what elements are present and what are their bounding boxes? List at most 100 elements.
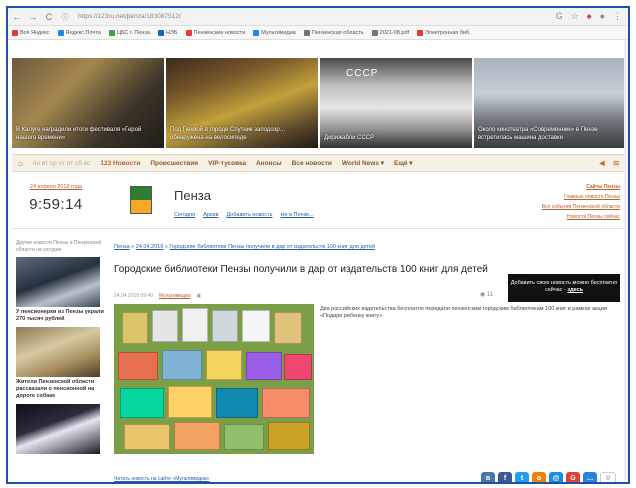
breadcrumb-item[interactable]: 24.04.2019	[136, 244, 164, 250]
book-image	[262, 388, 310, 418]
right-link[interactable]: Новости Пензы сейчас	[470, 212, 620, 222]
nav-item-world-news[interactable]: World News ▾	[342, 159, 384, 167]
divider	[12, 228, 626, 229]
bookmark-label: НЭБ	[165, 29, 178, 36]
mailru-share-icon[interactable]: @	[549, 472, 563, 482]
bookmark-label: Яндекс.Почта	[65, 29, 101, 36]
sidebar-image[interactable]	[16, 257, 100, 307]
star-icon[interactable]: ☆	[571, 11, 579, 22]
bookmark-item[interactable]: Мультимедиа	[253, 29, 296, 36]
facebook-share-icon[interactable]: f	[498, 472, 512, 482]
sidebar-image[interactable]	[16, 327, 100, 377]
add-news-promo[interactable]: Добавить свою новость можно бесплатно се…	[508, 274, 620, 302]
date-link[interactable]: 24 апреля 2019 года	[16, 184, 96, 190]
book-image	[242, 310, 270, 342]
sidebar: Другие новости Пензы и Пензенской област…	[16, 240, 104, 454]
bookmark-item[interactable]: 2021-08.pdf	[371, 29, 409, 36]
bookmark-label: Мультимедиа	[261, 29, 296, 36]
hero-card[interactable]: В Калуге наградили итоги фестиваля «Геро…	[12, 58, 164, 148]
back-icon[interactable]: ←	[12, 12, 22, 22]
book-image	[152, 310, 178, 342]
sidebar-image[interactable]	[16, 404, 100, 454]
twitter-share-icon[interactable]: t	[515, 472, 529, 482]
odnoklassniki-share-icon[interactable]: о	[532, 472, 546, 482]
right-link[interactable]: Сайты Пензы	[470, 182, 620, 192]
bookmark-favicon-icon	[12, 29, 18, 36]
eye-icon: ◉	[480, 292, 486, 298]
promo-text: Добавить свою новость можно бесплатно се…	[510, 280, 618, 293]
telegram-icon[interactable]: ◄	[598, 158, 607, 169]
account-icon[interactable]: ●	[600, 11, 605, 22]
bookmark-item[interactable]: Электронная биб.	[417, 29, 471, 36]
bookmark-item[interactable]: Всё Яндекс	[12, 29, 50, 36]
rss-icon[interactable]: ≋	[612, 158, 620, 169]
more-share-icon[interactable]: …	[583, 472, 597, 482]
nav-item-incidents[interactable]: Происшествия	[150, 160, 198, 167]
sidebar-caption[interactable]: У пенсионерки из Пензы украли 270 тысяч …	[16, 309, 104, 323]
book-image	[174, 422, 220, 450]
breadcrumb-item[interactable]: Городские библиотеки Пензы получили в да…	[169, 244, 375, 250]
google-share-icon[interactable]: G	[566, 472, 580, 482]
hero-caption: Дирижабли СССР	[324, 134, 375, 141]
article-author[interactable]: Мультимедиа	[159, 293, 190, 299]
scrollbar[interactable]	[624, 40, 628, 480]
nav-item-all-news[interactable]: Все новости	[292, 160, 332, 167]
city-link-not-penza[interactable]: Не в Пензе...	[281, 212, 314, 218]
bookmark-item[interactable]: ЦБС г. Пенза	[108, 29, 150, 36]
vk-share-icon[interactable]: в	[481, 472, 495, 482]
article-title: Городские библиотеки Пензы получили в да…	[114, 264, 488, 275]
book-image	[120, 388, 164, 418]
share-count: 0	[600, 472, 616, 482]
hero-card[interactable]: Под Пензой в городе Спутник заподозр… об…	[166, 58, 318, 148]
bookmark-favicon-icon	[57, 29, 64, 36]
bookmark-favicon-icon	[108, 29, 115, 36]
book-image	[216, 388, 258, 418]
hero-caption: Около кинотеатра «Современник» в Пензе в…	[478, 127, 598, 141]
book-image	[168, 386, 212, 418]
sidebar-caption[interactable]: Жители Пензенской области рассказали о п…	[16, 379, 104, 400]
bookmark-favicon-icon	[417, 29, 424, 36]
browser-window: ← → C ⓘ https://123ru.net/penza/18308751…	[6, 6, 630, 484]
nav-item-vip[interactable]: VIP-тусовка	[208, 160, 246, 167]
article-text: Два российских издательства бесплатно пе…	[320, 306, 607, 319]
bookmark-item[interactable]: НЭБ	[157, 29, 178, 36]
bookmark-favicon-icon	[157, 29, 164, 36]
bookmark-item[interactable]: Пензенская область	[303, 29, 364, 36]
hero-caption: Под Пензой в городе Спутник заподозр… об…	[170, 127, 286, 141]
promo-link[interactable]: здесь	[567, 287, 583, 293]
book-image	[162, 350, 202, 380]
nav-item-announcements[interactable]: Анонсы	[256, 160, 282, 167]
url-input[interactable]: https://123ru.net/penza/183087512/	[76, 11, 181, 23]
reload-icon[interactable]: C	[44, 12, 54, 22]
info-icon[interactable]: ⓘ	[60, 12, 70, 22]
city-link-add-news[interactable]: Добавить новость	[227, 212, 273, 218]
nav-item-news[interactable]: 123 Новости	[100, 160, 140, 167]
city-link-archive[interactable]: Архив	[203, 212, 218, 218]
views-count: 11	[486, 292, 494, 298]
bookmark-icon[interactable]: ▣	[196, 293, 201, 299]
hero-card[interactable]: СССР Дирижабли СССР	[320, 58, 472, 148]
extension-icon[interactable]: ♠	[587, 11, 592, 22]
menu-icon[interactable]: ⋮	[613, 11, 622, 22]
source-link[interactable]: Читать новость на сайте «Мультимедиа»	[114, 476, 209, 482]
right-link[interactable]: Все события Пензенской области	[470, 202, 620, 212]
city-link-today[interactable]: Сегодня	[174, 212, 195, 218]
browser-actions: G ☆ ♠ ● ⋮	[556, 11, 622, 22]
bookmark-label: ЦБС г. Пенза	[116, 29, 150, 36]
nav-item-more[interactable]: Ещё ▾	[394, 159, 413, 167]
city-coat-of-arms-icon	[130, 186, 152, 214]
bookmark-item[interactable]: Пензенские новости	[185, 29, 245, 36]
weekday-links[interactable]: пн вт ср чт пт сб вс	[33, 160, 91, 167]
right-link[interactable]: Главные новости Пензы	[470, 192, 620, 202]
hero-caption: В Калуге наградили итоги фестиваля «Геро…	[16, 127, 142, 141]
book-image	[224, 424, 264, 450]
home-icon[interactable]: ⌂	[18, 159, 23, 168]
breadcrumb-item[interactable]: Пенза	[114, 244, 130, 250]
translate-icon[interactable]: G	[556, 11, 563, 22]
bookmark-item[interactable]: Яндекс.Почта	[57, 29, 101, 36]
hero-card[interactable]: Около кинотеатра «Современник» в Пензе в…	[474, 58, 626, 148]
city-title: Пенза	[174, 188, 211, 203]
book-image	[122, 312, 148, 344]
forward-icon[interactable]: →	[28, 12, 38, 22]
nav-right: ◄ ≋	[598, 158, 620, 169]
